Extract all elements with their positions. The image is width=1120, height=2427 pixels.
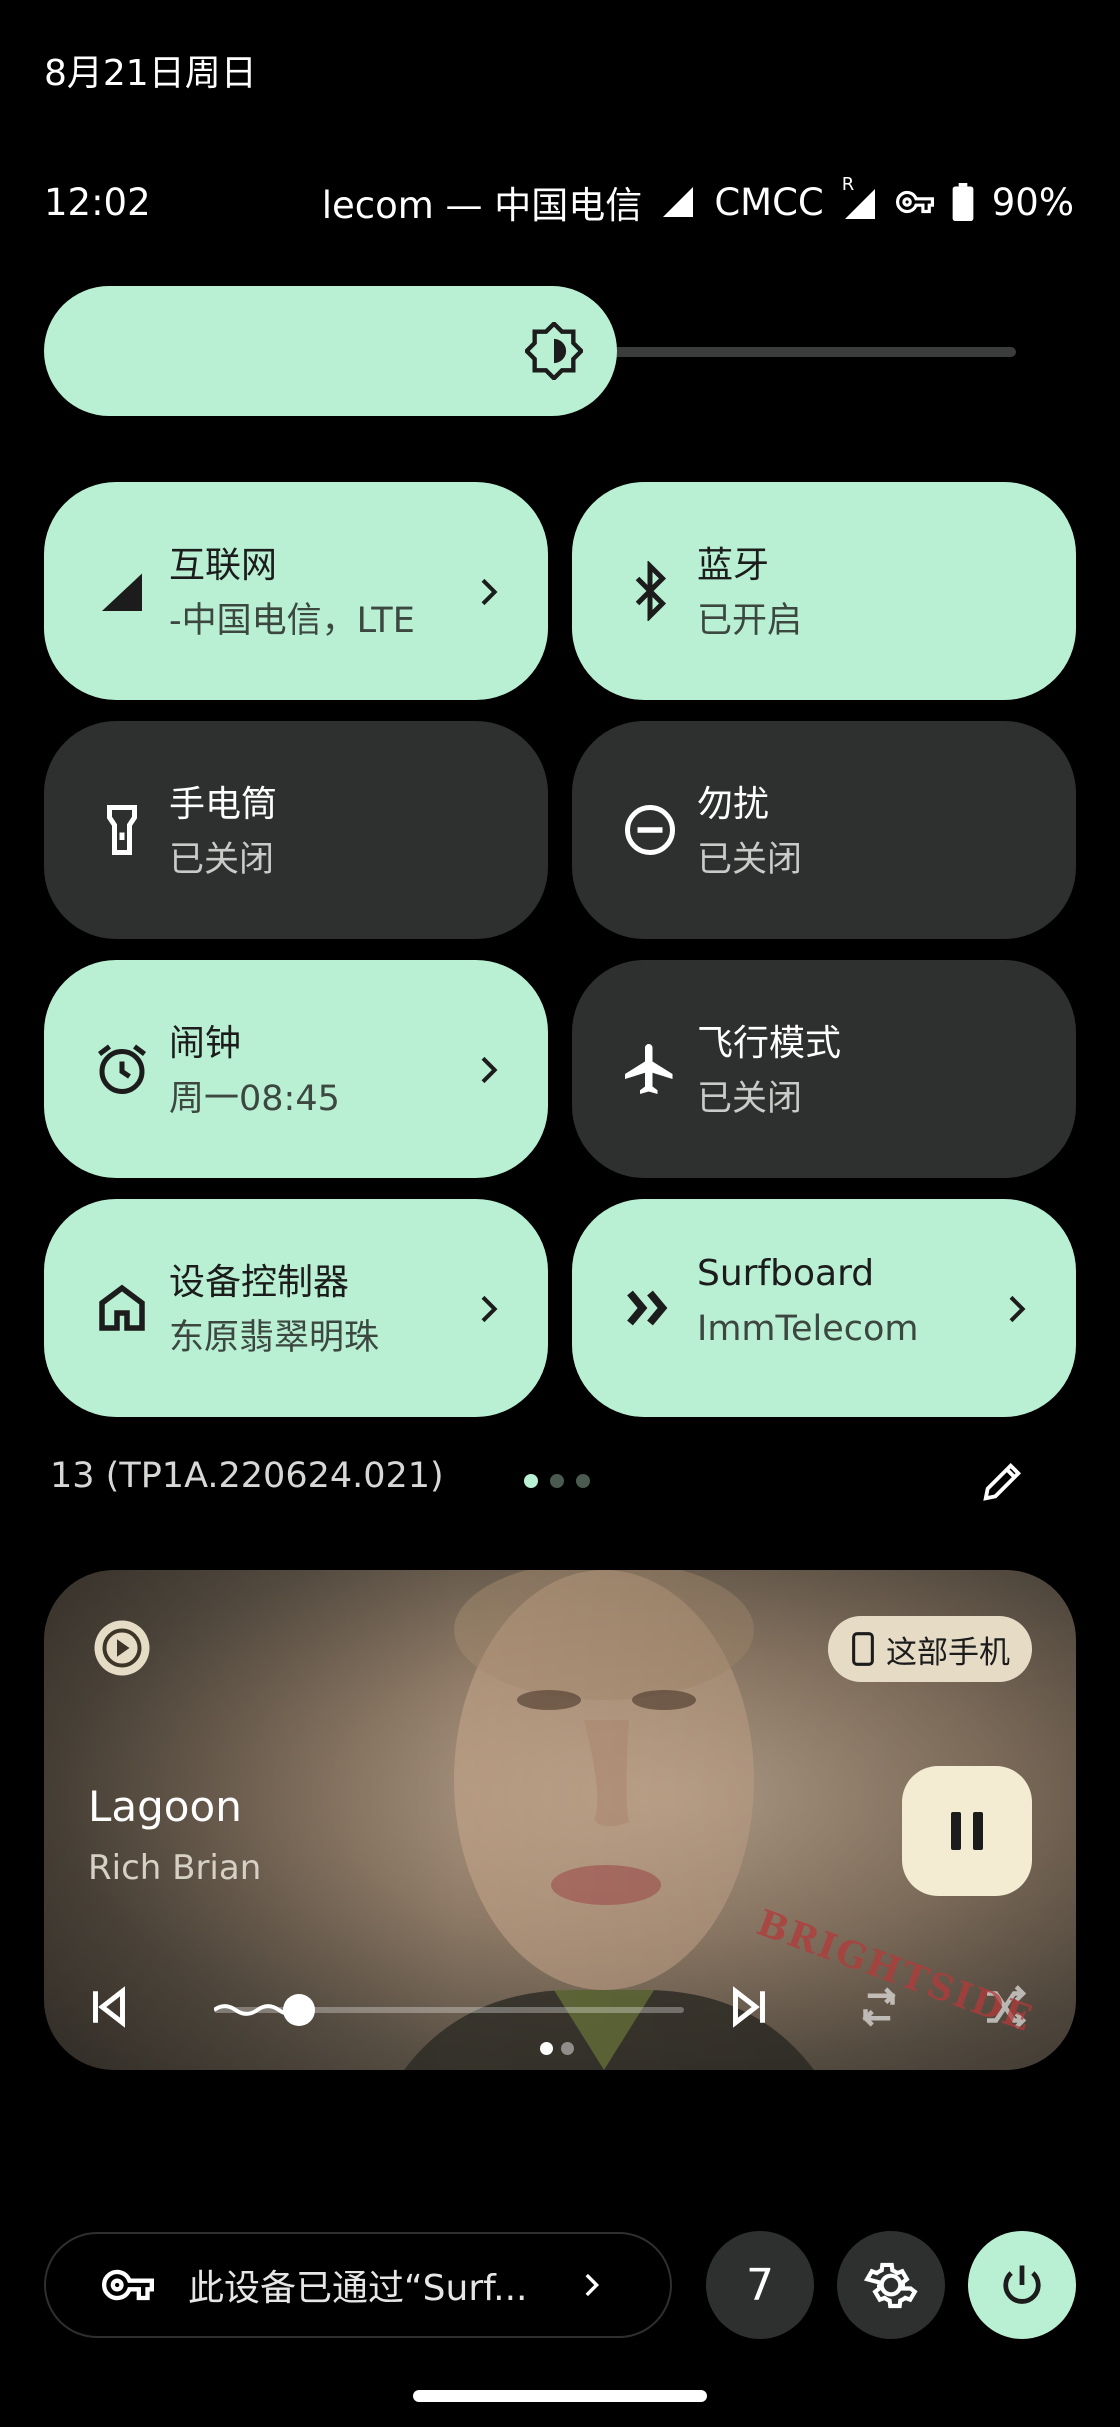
page-indicator bbox=[524, 1474, 590, 1488]
power-menu-button[interactable] bbox=[968, 2231, 1076, 2339]
vpn-key-icon bbox=[895, 190, 934, 214]
surfboard-icon bbox=[627, 1290, 668, 1326]
tile-subtitle: 周一08:45 bbox=[169, 1079, 340, 1119]
media-page-dot bbox=[561, 2042, 574, 2055]
tile-airplane-mode[interactable]: 飞行模式 已关闭 bbox=[572, 960, 1076, 1178]
tile-title: 手电筒 bbox=[169, 784, 278, 825]
sim2-label: CMCC bbox=[714, 180, 824, 224]
media-player-card[interactable]: 这部手机 Lagoon Rich Brian BRIGHTSIDE bbox=[44, 1570, 1076, 2070]
tile-title: 闹钟 bbox=[169, 1023, 242, 1064]
pause-button[interactable] bbox=[902, 1766, 1032, 1896]
battery-percent: 90% bbox=[991, 180, 1074, 224]
battery-icon bbox=[952, 183, 974, 221]
tile-subtitle: ImmTelecom bbox=[697, 1309, 919, 1349]
media-page-dot bbox=[540, 2042, 553, 2055]
tile-title: 蓝牙 bbox=[697, 545, 770, 586]
chevron-right-icon[interactable] bbox=[996, 1289, 1036, 1329]
page-dot bbox=[550, 1474, 564, 1488]
gear-icon bbox=[863, 2262, 918, 2309]
signal-icon bbox=[663, 187, 694, 217]
airplane-icon bbox=[625, 1044, 673, 1094]
tile-subtitle: 东原翡翠明珠 bbox=[169, 1318, 380, 1358]
chevron-right-icon[interactable] bbox=[468, 572, 508, 612]
tile-do-not-disturb[interactable]: 勿扰 已关闭 bbox=[572, 721, 1076, 939]
tile-title: 飞行模式 bbox=[697, 1023, 842, 1064]
notification-count: 7 bbox=[746, 2259, 774, 2311]
page-dot bbox=[576, 1474, 590, 1488]
tile-alarm[interactable]: 闹钟 周一08:45 bbox=[44, 960, 548, 1178]
pause-icon bbox=[951, 1812, 983, 1850]
seek-thumb[interactable] bbox=[283, 1994, 315, 2026]
bluetooth-icon bbox=[635, 561, 667, 621]
tile-subtitle: -中国电信，LTE bbox=[169, 601, 415, 641]
chevron-right-icon[interactable] bbox=[468, 1050, 508, 1090]
tile-internet[interactable]: 互联网 -中国电信，LTE bbox=[44, 482, 548, 700]
home-icon bbox=[99, 1284, 145, 1331]
tile-surfboard[interactable]: Surfboard ImmTelecom bbox=[572, 1199, 1076, 1417]
clock: 12:02 bbox=[44, 180, 151, 224]
tile-flashlight[interactable]: 手电筒 已关闭 bbox=[44, 721, 548, 939]
music-app-icon bbox=[94, 1620, 150, 1676]
next-track-icon[interactable] bbox=[722, 1980, 776, 2034]
vpn-status-button[interactable]: 此设备已通过“Surf... bbox=[44, 2232, 672, 2338]
tile-subtitle: 已关闭 bbox=[697, 840, 803, 880]
tile-title: 互联网 bbox=[169, 545, 278, 586]
home-indicator[interactable] bbox=[413, 2390, 707, 2402]
tile-bluetooth[interactable]: 蓝牙 已开启 bbox=[572, 482, 1076, 700]
carrier-label: lecom — 中国电信 bbox=[321, 184, 643, 227]
vpn-key-icon bbox=[102, 2269, 154, 2301]
signal-roaming-icon: R bbox=[842, 174, 878, 222]
do-not-disturb-icon bbox=[625, 805, 675, 855]
phone-icon bbox=[852, 1632, 874, 1666]
tile-device-controls[interactable]: 设备控制器 东原翡翠明珠 bbox=[44, 1199, 548, 1417]
previous-track-icon[interactable] bbox=[82, 1980, 136, 2034]
vpn-status-text: 此设备已通过“Surf... bbox=[188, 2268, 528, 2309]
tile-subtitle: 已关闭 bbox=[169, 840, 275, 880]
flashlight-icon bbox=[107, 805, 137, 855]
tile-title: 设备控制器 bbox=[169, 1262, 350, 1303]
date-label: 8月21日周日 bbox=[44, 53, 257, 94]
tile-title: Surfboard bbox=[697, 1253, 875, 1294]
page-dot bbox=[524, 1474, 538, 1488]
cell-signal-icon bbox=[102, 573, 142, 611]
settings-button[interactable] bbox=[837, 2231, 945, 2339]
output-device-label: 这部手机 bbox=[886, 1634, 1010, 1671]
tile-subtitle: 已开启 bbox=[697, 601, 803, 641]
chevron-right-icon[interactable] bbox=[468, 1289, 508, 1329]
track-title: Lagoon bbox=[88, 1782, 242, 1831]
build-number[interactable]: 13 (TP1A.220624.021) bbox=[50, 1456, 444, 1496]
track-artist: Rich Brian bbox=[88, 1848, 262, 1888]
alarm-icon bbox=[98, 1044, 146, 1094]
output-device-chip[interactable]: 这部手机 bbox=[828, 1616, 1032, 1682]
notification-count-button[interactable]: 7 bbox=[706, 2231, 814, 2339]
tile-title: 勿扰 bbox=[697, 784, 770, 825]
tile-subtitle: 已关闭 bbox=[697, 1079, 803, 1119]
power-icon bbox=[1003, 2265, 1041, 2304]
edit-pencil-icon[interactable] bbox=[980, 1458, 1026, 1504]
status-bar: 12:02 lecom — 中国电信 CMCC R 90% bbox=[44, 174, 1074, 228]
media-page-indicator bbox=[540, 2042, 574, 2055]
brightness-icon bbox=[525, 322, 583, 380]
brightness-track[interactable] bbox=[560, 347, 1016, 357]
chevron-right-icon bbox=[585, 2273, 600, 2297]
